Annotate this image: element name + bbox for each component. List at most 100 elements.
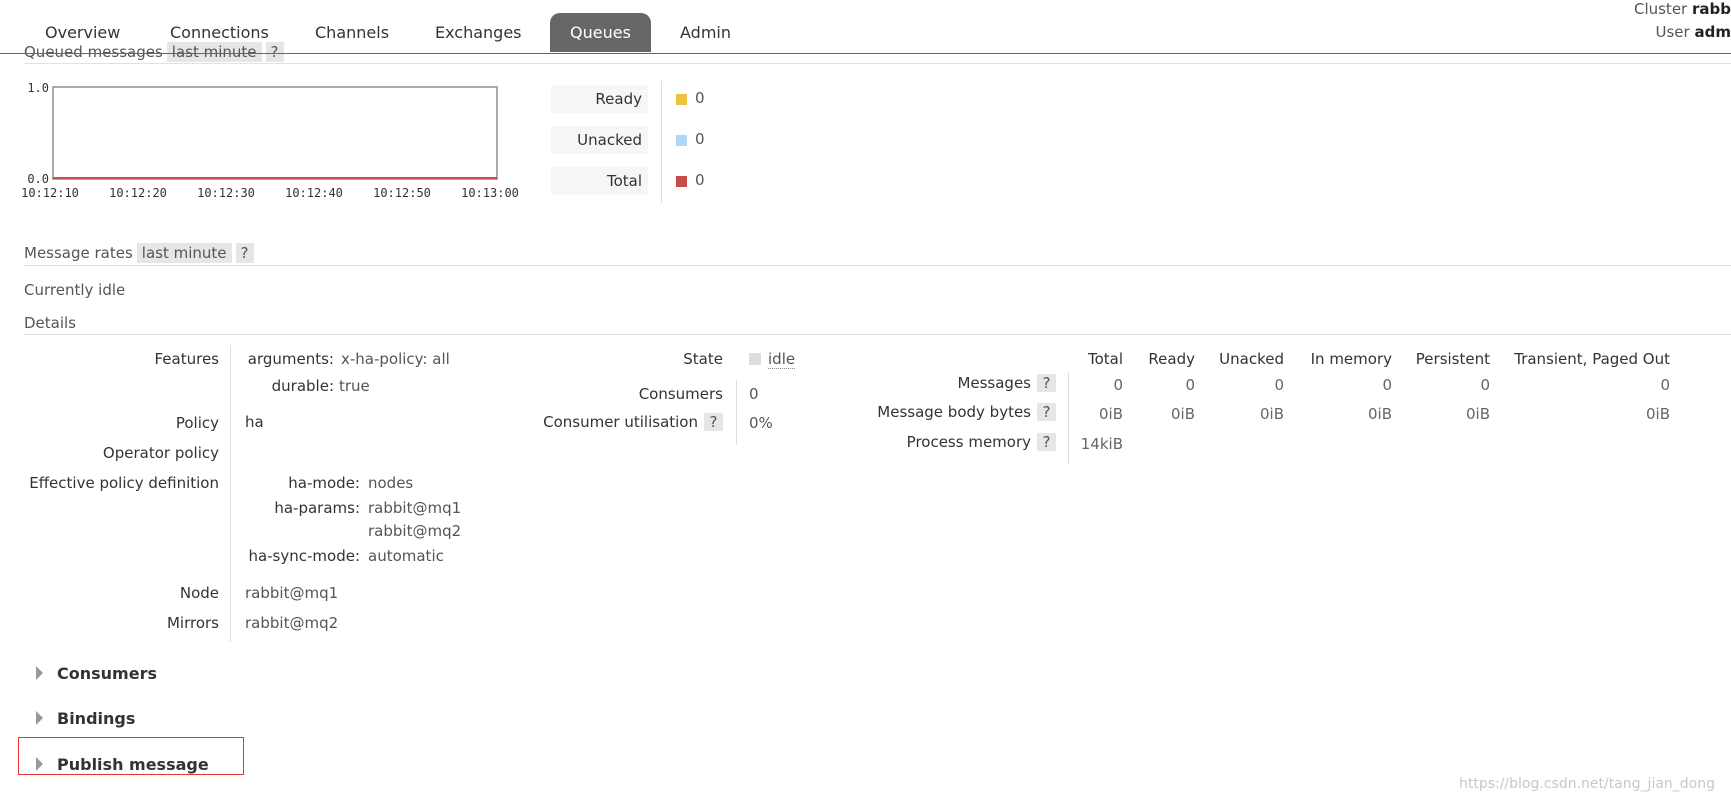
ha-mode-value: nodes [368,474,414,492]
stats-column-header: Persistent [1415,350,1490,368]
stats-cell: 0 [1274,376,1284,394]
state-value[interactable]: idle [749,350,796,369]
consumer-utilisation-label: Consumer utilisation? [543,413,723,431]
stats-row-label: Messages? [957,374,1056,392]
message-rates-header: Message rates last minute? [24,243,254,263]
message-rates-status: Currently idle [24,281,126,299]
stats-row-help[interactable]: ? [1037,374,1056,392]
highlight-annotation-box [18,737,244,775]
tab-connections[interactable]: Connections [150,13,289,52]
chart-plot-area [52,86,498,180]
mirrors-label: Mirrors [166,614,219,632]
feature-arguments-key: arguments: [247,350,334,368]
stats-cell: 0iB [1098,405,1123,423]
bindings-section-toggle[interactable]: Bindings [36,709,135,728]
legend-total-label: Total [551,167,648,195]
feature-durable-key: durable: [271,377,334,395]
cluster-name[interactable]: rabb [1692,0,1731,18]
bindings-section-label: Bindings [57,709,136,728]
user-name: adm [1694,23,1731,41]
ha-params-value-1: rabbit@mq1 [368,499,462,517]
stats-row-label: Message body bytes? [877,403,1056,421]
stats-row-help[interactable]: ? [1037,433,1056,451]
consumers-section-label: Consumers [57,664,157,683]
ha-sync-mode-value: automatic [368,547,444,565]
consumers-value: 0 [749,385,759,403]
divider [24,334,1731,335]
tab-channels[interactable]: Channels [295,13,409,52]
expand-arrow-icon [36,711,43,725]
cluster-info: Cluster rabb [1634,0,1731,18]
feature-arguments-value: x-ha-policy: all [341,350,450,368]
legend-total-value: 0 [695,171,705,189]
node-value: rabbit@mq1 [245,584,339,602]
details-title: Details [24,314,77,332]
column-divider [736,380,737,445]
watermark: https://blog.csdn.net/tang_jian_dong [1458,776,1715,792]
state-label: State [683,350,723,368]
chart-x-tick-label: 10:12:30 [197,186,255,200]
chart-x-tick-label: 10:13:00 [461,186,519,200]
chart-y-tick-label: 1.0 [27,81,49,95]
user-label: User [1655,23,1690,41]
stats-cell: 0iB [1645,405,1670,423]
stats-cell: 0 [1185,376,1195,394]
tab-queues[interactable]: Queues [550,13,651,52]
consumer-utilisation-help[interactable]: ? [704,413,723,431]
stats-cell: 0 [1382,376,1392,394]
column-divider [1068,372,1069,464]
operator-policy-label: Operator policy [102,444,219,462]
stats-row-help[interactable]: ? [1037,403,1056,421]
tab-admin[interactable]: Admin [660,13,751,52]
stats-row-label: Process memory? [907,433,1056,451]
legend-divider [661,81,662,203]
stats-column-header: Transient, Paged Out [1514,350,1670,368]
ha-mode-key: ha-mode: [288,474,360,492]
stats-cell: 0iB [1170,405,1195,423]
stats-cell: 0iB [1259,405,1284,423]
ha-sync-mode-key: ha-sync-mode: [248,547,360,565]
stats-column-header: Total [1087,350,1123,368]
consumers-label: Consumers [638,385,723,403]
consumer-utilisation-value: 0% [749,414,773,432]
stats-cell: 0iB [1367,405,1392,423]
stats-column-header: Unacked [1219,350,1284,368]
legend-unacked-swatch [676,135,687,146]
stats-cell: 0iB [1465,405,1490,423]
divider [24,265,1731,266]
legend-unacked-value: 0 [695,130,705,148]
tab-exchanges[interactable]: Exchanges [415,13,542,52]
message-rates-help[interactable]: ? [235,243,254,263]
message-rates-range[interactable]: last minute [136,243,232,263]
features-label: Features [154,350,220,368]
chart-x-tick-label: 10:12:20 [109,186,167,200]
tab-overview[interactable]: Overview [25,13,140,52]
chart-x-tick-label: 10:12:40 [285,186,343,200]
chart-x-tick-label: 10:12:50 [373,186,431,200]
stats-column-header: In memory [1310,350,1392,368]
legend-ready-value: 0 [695,89,705,107]
consumers-section-toggle[interactable]: Consumers [36,664,157,683]
ha-params-value-2: rabbit@mq2 [368,522,462,540]
stats-cell: 0 [1660,376,1670,394]
effective-policy-label: Effective policy definition [29,474,219,492]
user-info: User adm [1656,23,1731,41]
stats-cell: 14kiB [1080,435,1123,453]
ha-params-key: ha-params: [274,499,360,517]
message-rates-title: Message rates [24,244,133,262]
stats-cell: 0 [1480,376,1490,394]
chart-x-tick-label: 10:12:10 [22,186,79,200]
cluster-label: Cluster [1633,0,1688,18]
policy-label: Policy [175,414,219,432]
mirrors-value: rabbit@mq2 [245,614,339,632]
chart-y-tick-label: 0.0 [27,172,49,186]
feature-durable-value: true [339,377,370,395]
divider [24,63,1731,64]
stats-column-header: Ready [1148,350,1195,368]
policy-link[interactable]: ha [245,413,264,431]
legend-total-swatch [676,176,687,187]
stats-cell: 0 [1113,376,1123,394]
node-label: Node [179,584,219,602]
state-text: idle [768,350,796,369]
legend-unacked-label: Unacked [551,126,648,154]
